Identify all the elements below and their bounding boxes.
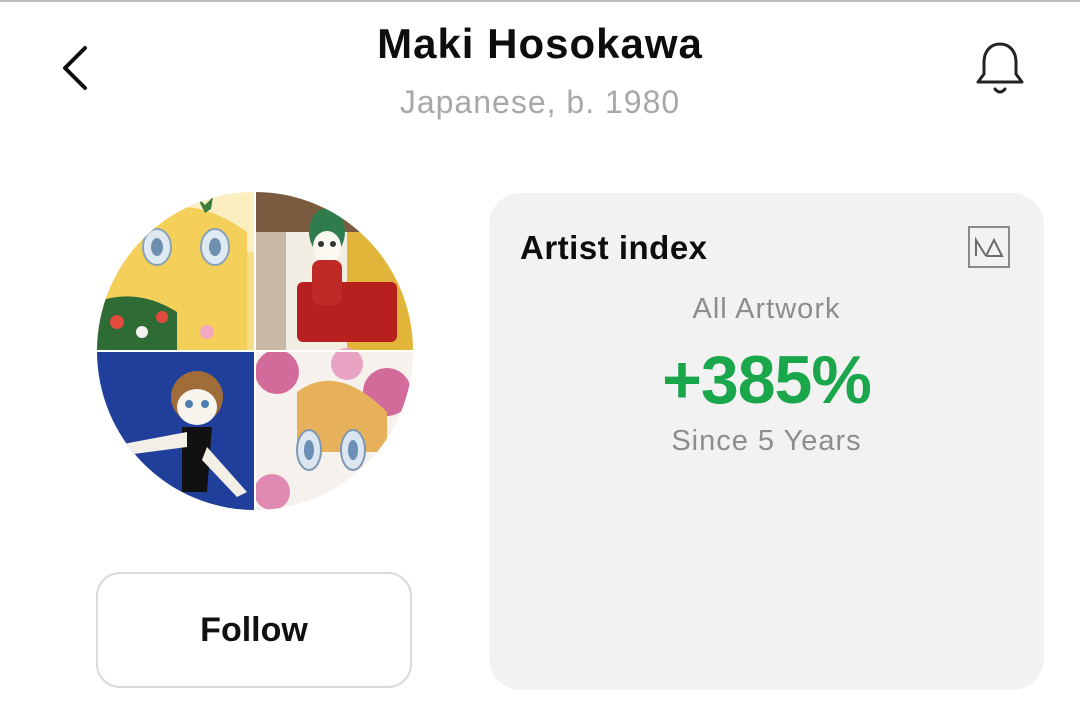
artist-name: Maki Hosokawa xyxy=(377,20,703,67)
artwork-collage xyxy=(97,192,413,510)
artist-index-heading: Artist index xyxy=(520,229,708,266)
artist-index-card: Artist index All Artwork +385% Since 5 Y… xyxy=(489,193,1044,690)
bell-icon xyxy=(976,42,1024,94)
index-change-value: +385% xyxy=(662,342,872,418)
artwork-tile-top-left xyxy=(97,192,254,350)
follow-button[interactable]: Follow xyxy=(96,572,412,688)
artist-avatar xyxy=(97,192,413,510)
index-scope: All Artwork xyxy=(692,293,841,325)
chart-logo-icon[interactable] xyxy=(968,226,1010,268)
artwork-tile-top-right xyxy=(256,192,413,350)
top-divider xyxy=(0,0,1080,2)
artwork-tile-bottom-right xyxy=(254,348,413,510)
notification-button[interactable] xyxy=(966,36,1034,100)
artwork-tile-bottom-left xyxy=(97,352,254,510)
chart-logo-glyph xyxy=(975,236,1004,257)
artist-nationality-birth: Japanese, b. 1980 xyxy=(399,84,681,120)
index-period: Since 5 Years xyxy=(671,425,862,457)
